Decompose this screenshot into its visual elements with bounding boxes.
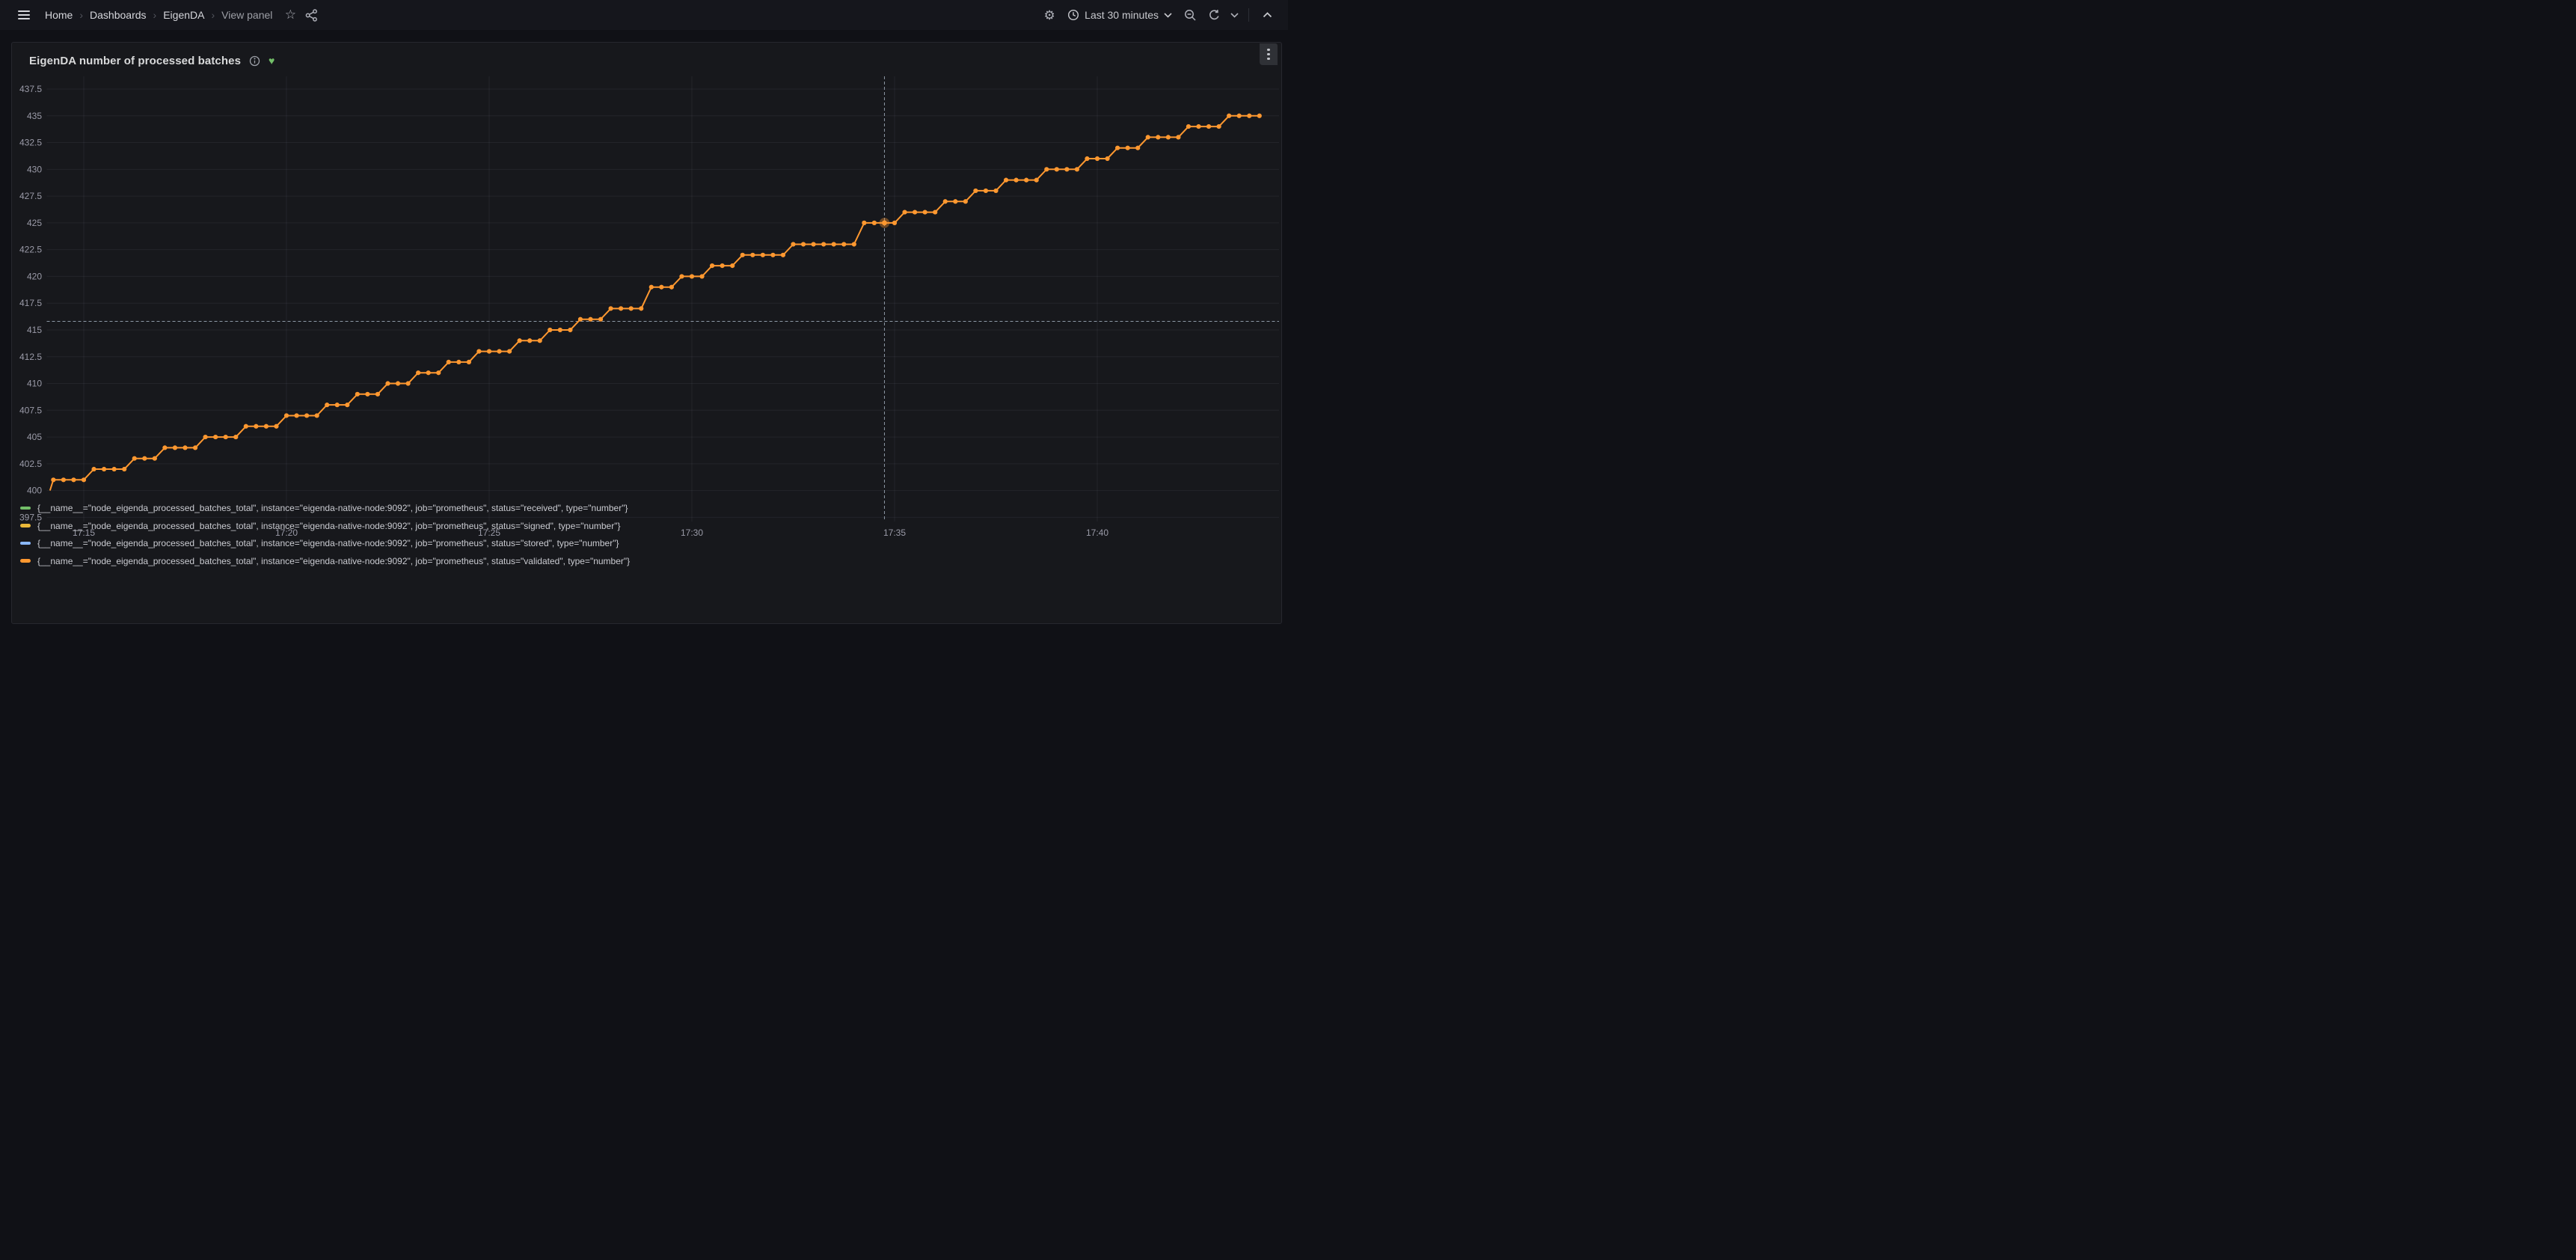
y-axis-tick-label: 432.5 bbox=[19, 138, 42, 148]
legend-item[interactable]: {__name__="node_eigenda_processed_batche… bbox=[20, 556, 630, 566]
chart-legend: {__name__="node_eigenda_processed_batche… bbox=[20, 503, 630, 566]
y-axis-tick-label: 410 bbox=[27, 379, 42, 389]
y-axis-tick-label: 415 bbox=[27, 325, 42, 335]
x-axis-tick-label: 17:35 bbox=[883, 527, 906, 538]
y-axis-tick-label: 435 bbox=[27, 111, 42, 121]
y-axis-tick-label: 430 bbox=[27, 164, 42, 174]
y-axis-tick-label: 412.5 bbox=[19, 352, 42, 362]
series-color-swatch bbox=[20, 559, 31, 563]
x-axis-tick-label: 17:30 bbox=[681, 527, 703, 538]
chart-plot-area[interactable] bbox=[47, 76, 1280, 522]
series-label: {__name__="node_eigenda_processed_batche… bbox=[37, 538, 619, 548]
series-label: {__name__="node_eigenda_processed_batche… bbox=[37, 556, 630, 566]
y-axis-tick-label: 400 bbox=[27, 486, 42, 496]
x-axis-tick-label: 17:40 bbox=[1086, 527, 1108, 538]
series-label: {__name__="node_eigenda_processed_batche… bbox=[37, 503, 628, 513]
series-color-swatch bbox=[20, 507, 31, 510]
y-axis-tick-label: 417.5 bbox=[19, 298, 42, 308]
series-color-swatch bbox=[20, 542, 31, 545]
y-axis-tick-label: 437.5 bbox=[19, 84, 42, 94]
y-axis-tick-label: 425 bbox=[27, 218, 42, 228]
legend-item[interactable]: {__name__="node_eigenda_processed_batche… bbox=[20, 521, 630, 531]
y-axis-tick-label: 427.5 bbox=[19, 191, 42, 201]
series-label: {__name__="node_eigenda_processed_batche… bbox=[37, 521, 620, 531]
y-axis-tick-label: 420 bbox=[27, 271, 42, 281]
legend-item[interactable]: {__name__="node_eigenda_processed_batche… bbox=[20, 503, 630, 513]
legend-item[interactable]: {__name__="node_eigenda_processed_batche… bbox=[20, 538, 630, 548]
y-axis-tick-label: 402.5 bbox=[19, 459, 42, 469]
y-axis-tick-label: 405 bbox=[27, 432, 42, 442]
y-axis-tick-label: 407.5 bbox=[19, 405, 42, 415]
series-color-swatch bbox=[20, 524, 31, 527]
y-axis-tick-label: 422.5 bbox=[19, 245, 42, 255]
